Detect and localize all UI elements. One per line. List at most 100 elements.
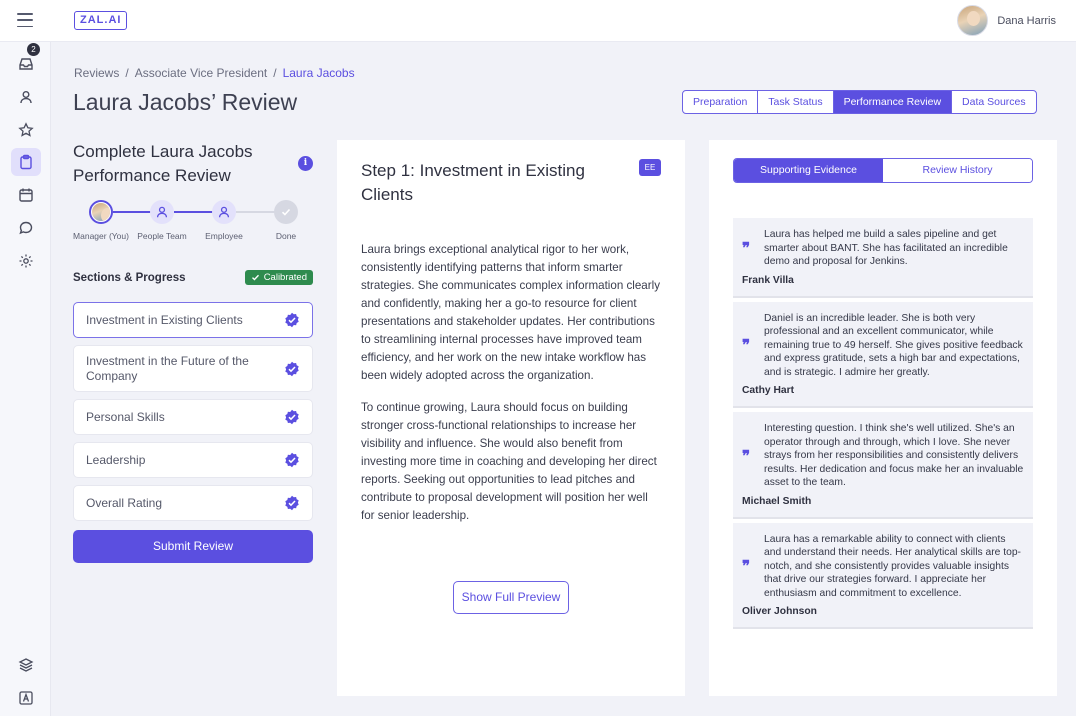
- sidebar-item-reviews[interactable]: [11, 148, 41, 176]
- menu-icon[interactable]: [17, 13, 33, 27]
- tab-data-sources[interactable]: Data Sources: [952, 91, 1036, 113]
- font-icon: [19, 691, 33, 705]
- evidence-card: ❞ Laura has a remarkable ability to conne…: [733, 522, 1033, 629]
- evidence-author: Michael Smith: [742, 495, 812, 507]
- show-full-preview-button[interactable]: Show Full Preview: [453, 581, 569, 614]
- calendar-icon: [19, 188, 33, 202]
- sections-header: Sections & Progress Calibrated: [73, 270, 313, 285]
- step-manager: [89, 200, 113, 224]
- user-menu[interactable]: Dana Harris: [957, 5, 1056, 36]
- sidebar-item-font[interactable]: [11, 684, 41, 712]
- section-existing-clients[interactable]: Investment in Existing Clients: [73, 302, 313, 338]
- info-icon[interactable]: i: [298, 156, 313, 171]
- section-overall-rating[interactable]: Overall Rating: [73, 485, 313, 521]
- step-label-employee: Employee: [205, 231, 243, 241]
- inbox-count-badge: 2: [27, 43, 40, 56]
- evidence-author: Oliver Johnson: [742, 606, 817, 617]
- step-employee: [212, 200, 236, 224]
- section-label: Investment in the Future of the Company: [86, 353, 249, 383]
- chat-icon: [19, 221, 33, 235]
- breadcrumb-reviews[interactable]: Reviews: [74, 66, 119, 80]
- verified-check-icon: [285, 312, 299, 328]
- review-paragraph: Laura brings exceptional analytical rigo…: [361, 243, 660, 382]
- verified-check-icon: [285, 409, 299, 425]
- settings-icon: [19, 254, 33, 268]
- step-title: Step 1: Investment in Existing Clients: [361, 161, 585, 204]
- inbox-icon: [19, 58, 33, 70]
- rating-badge: EE: [639, 159, 661, 176]
- review-content-panel: Step 1: Investment in Existing Clients E…: [337, 140, 685, 696]
- calibrated-badge: Calibrated: [244, 270, 313, 285]
- breadcrumb-separator: /: [273, 66, 277, 80]
- breadcrumb-current: Laura Jacobs: [282, 66, 355, 80]
- section-label: Overall Rating: [86, 496, 163, 510]
- sidebar-item-favorites[interactable]: [11, 116, 41, 144]
- sidebar-item-people[interactable]: [11, 83, 41, 111]
- star-icon: [18, 122, 34, 137]
- tab-performance-review[interactable]: Performance Review: [833, 91, 953, 113]
- app-logo[interactable]: ZAL.AI: [74, 11, 128, 30]
- workflow-stepper: Manager (You) People Team Employee Done: [73, 200, 313, 256]
- quote-icon: ❞: [742, 446, 751, 465]
- sidebar-item-inbox[interactable]: 2: [11, 43, 41, 78]
- tab-preparation[interactable]: Preparation: [683, 91, 759, 113]
- review-progress-panel: Complete Laura Jacobs Performance Review…: [73, 140, 313, 563]
- evidence-text: Interesting question. I think she's well…: [764, 423, 1024, 488]
- evidence-card: ❞ Daniel is an incredible leader. She is …: [733, 301, 1033, 408]
- evidence-author: Cathy Hart: [742, 385, 795, 396]
- step-label-manager: Manager (You): [73, 231, 129, 241]
- submit-review-button[interactable]: Submit Review: [73, 530, 313, 563]
- evidence-card: ❞ Laura has helped me build a sales pipel…: [733, 218, 1033, 298]
- breadcrumb-separator: /: [125, 66, 129, 80]
- calibrated-label: Calibrated: [263, 272, 307, 283]
- review-paragraph: To continue growing, Laura should focus …: [361, 401, 657, 522]
- verified-check-icon: [285, 495, 299, 511]
- evidence-panel: Supporting Evidence Review History ❞ Laur…: [709, 140, 1057, 696]
- step-done: [274, 200, 298, 224]
- check-icon: [281, 208, 291, 216]
- evidence-text: Laura has a remarkable ability to connec…: [764, 533, 1021, 599]
- evidence-list: ❞ Laura has helped me build a sales pipel…: [733, 218, 1033, 633]
- user-icon: [156, 206, 168, 218]
- section-leadership[interactable]: Leadership: [73, 442, 313, 478]
- section-personal-skills[interactable]: Personal Skills: [73, 399, 313, 435]
- evidence-card: ❞ Interesting question. I think she's wel…: [733, 412, 1033, 519]
- evidence-author: Frank Villa: [742, 274, 794, 286]
- quote-icon: ❞: [742, 239, 751, 258]
- evidence-text: Laura has helped me build a sales pipeli…: [764, 229, 1008, 267]
- avatar: [957, 5, 989, 36]
- manager-avatar: [92, 203, 110, 221]
- verified-check-icon: [285, 452, 299, 468]
- section-future-of-company[interactable]: Investment in the Future of the Company: [73, 345, 313, 392]
- evidence-text: Daniel is an incredible leader. She is b…: [764, 312, 1023, 378]
- clipboard-icon: [20, 154, 32, 170]
- review-text: Laura brings exceptional analytical rigo…: [361, 241, 661, 539]
- tab-supporting-evidence[interactable]: Supporting Evidence: [734, 159, 883, 182]
- section-label: Personal Skills: [86, 410, 165, 424]
- sidebar-item-messages[interactable]: [11, 214, 41, 242]
- sections-title: Sections & Progress: [73, 271, 186, 284]
- sidebar-item-settings[interactable]: [11, 247, 41, 275]
- review-tabs: Preparation Task Status Performance Revi…: [682, 90, 1037, 114]
- tab-review-history[interactable]: Review History: [883, 159, 1032, 182]
- evidence-tabs: Supporting Evidence Review History: [733, 158, 1033, 183]
- page-title: Laura Jacobs’ Review: [73, 89, 298, 115]
- section-label: Leadership: [86, 453, 146, 467]
- layers-icon: [18, 658, 34, 672]
- sections-list: Investment in Existing Clients Investmen…: [73, 302, 313, 528]
- step-people-team: [150, 200, 174, 224]
- panel-title: Complete Laura Jacobs Performance Review: [73, 142, 253, 185]
- breadcrumb-role[interactable]: Associate Vice President: [135, 66, 268, 80]
- verified-check-icon: [285, 361, 299, 376]
- tab-task-status[interactable]: Task Status: [758, 91, 834, 113]
- check-icon: [251, 274, 259, 281]
- sidebar: 2: [0, 42, 51, 716]
- sidebar-item-calendar[interactable]: [11, 181, 41, 209]
- sidebar-item-layers[interactable]: [11, 651, 41, 679]
- step-label-done: Done: [275, 231, 297, 241]
- user-icon: [218, 206, 230, 218]
- breadcrumb: Reviews / Associate Vice President / Lau…: [74, 66, 355, 80]
- user-icon: [20, 91, 32, 104]
- top-bar: ZAL.AI Dana Harris: [0, 0, 1076, 42]
- quote-icon: ❞: [742, 557, 751, 576]
